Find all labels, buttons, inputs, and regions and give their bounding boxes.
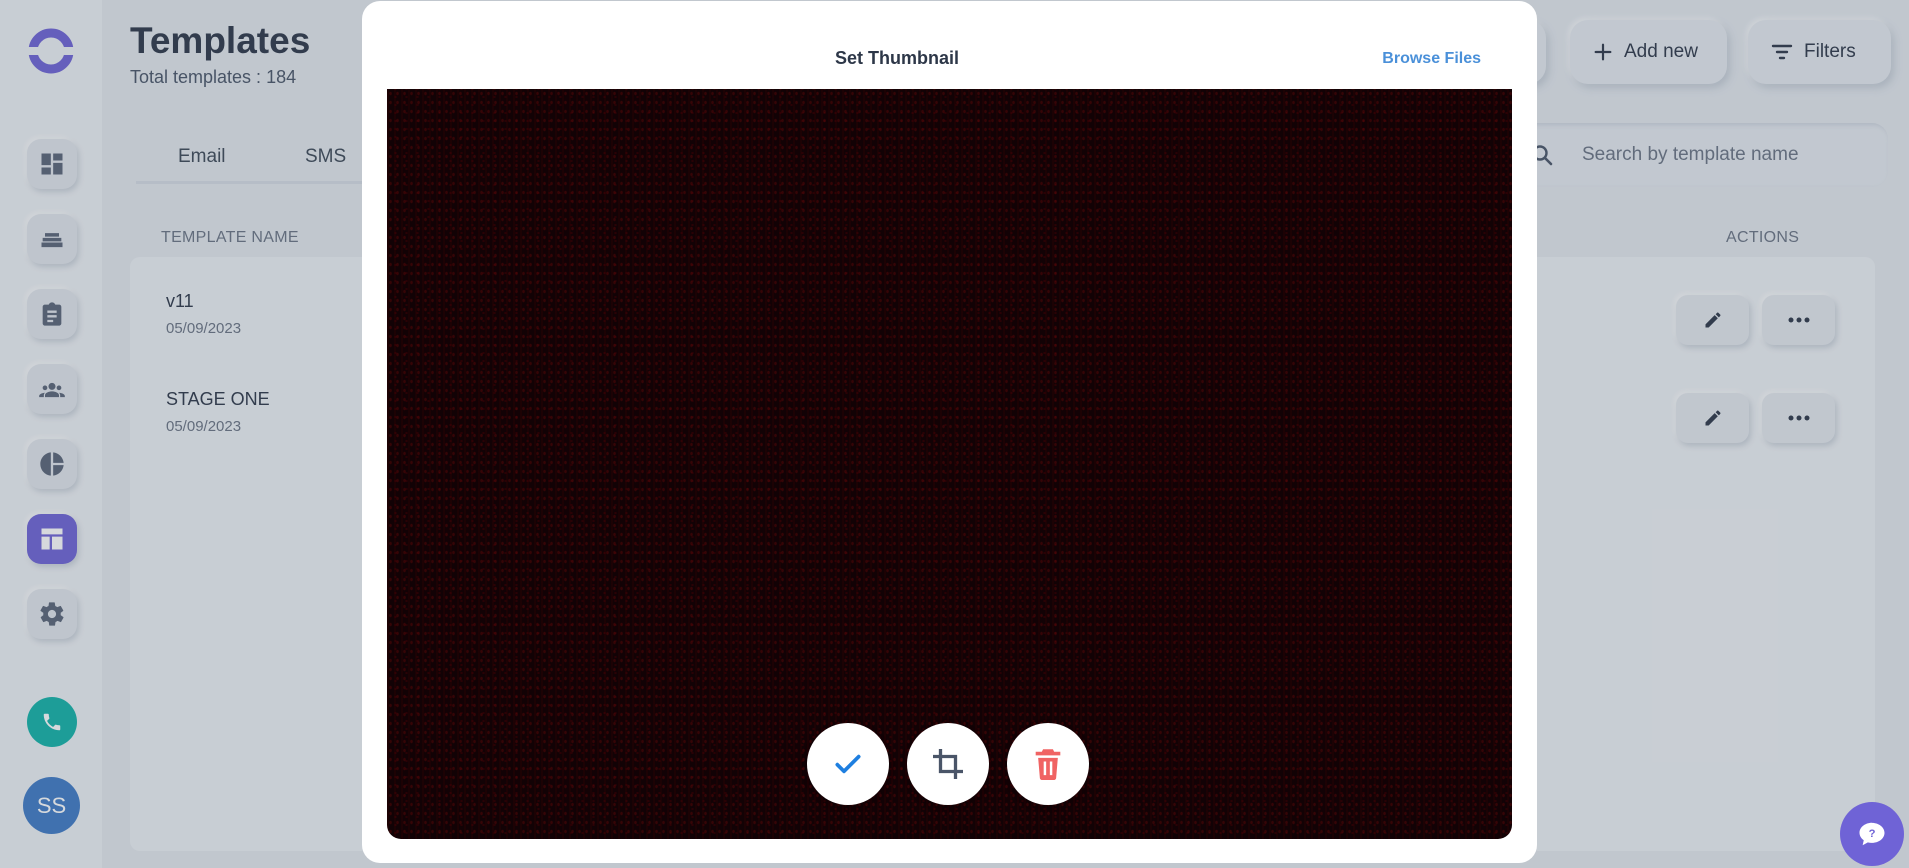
delete-button[interactable] [1007, 723, 1089, 805]
set-thumbnail-modal: Set Thumbnail Browse Files [362, 1, 1537, 863]
check-icon [835, 754, 861, 774]
modal-title: Set Thumbnail [834, 48, 959, 68]
thumbnail-preview[interactable] [387, 89, 1512, 839]
crop-button[interactable] [907, 723, 989, 805]
browse-files-link[interactable]: Browse Files [1382, 50, 1481, 68]
trash-icon [1035, 749, 1061, 780]
svg-text:?: ? [1869, 828, 1876, 840]
chat-help-icon: ? [1859, 822, 1885, 846]
confirm-button[interactable] [807, 723, 889, 805]
help-chat-button[interactable]: ? [1840, 802, 1904, 866]
crop-icon [933, 749, 963, 779]
